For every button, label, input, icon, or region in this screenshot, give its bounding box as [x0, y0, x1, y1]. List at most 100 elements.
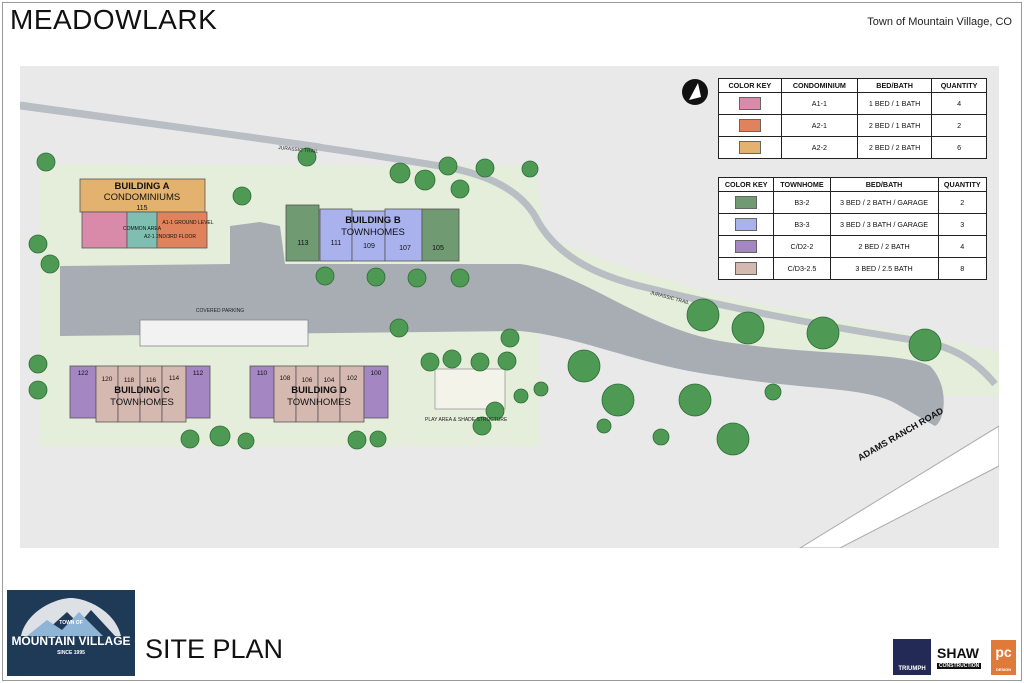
building-a-ground-level: A1-1 GROUND LEVEL	[162, 220, 213, 226]
tree	[347, 430, 367, 450]
bedbath-cell: 3 BED / 2.5 BATH	[829, 257, 939, 280]
tree	[731, 311, 765, 345]
table-row: C/D3-2.5 3 BED / 2.5 BATH 8	[717, 257, 988, 280]
tree	[908, 328, 942, 362]
tree	[497, 351, 517, 371]
unit-label: 107	[399, 245, 411, 252]
unit-label: 122	[78, 370, 89, 377]
unit-label: 109	[363, 243, 375, 250]
key-header: TOWNHOME	[773, 177, 831, 192]
key-header: QUANTITY	[937, 177, 988, 192]
building-b-type: TOWNHOMES	[341, 227, 405, 238]
tree	[180, 429, 200, 449]
key-header: BED/BATH	[829, 177, 939, 192]
unit-cell: B3-3	[773, 213, 831, 236]
unit-cell: C/D2-2	[773, 235, 831, 258]
tree	[389, 318, 409, 338]
tree	[389, 162, 411, 184]
key-header: COLOR KEY	[718, 78, 782, 93]
tree	[678, 383, 712, 417]
key-header: QUANTITY	[931, 78, 987, 93]
color-swatch	[735, 218, 758, 231]
unit-cell: C/D3-2.5	[773, 257, 831, 280]
tree	[366, 267, 386, 287]
sheet-title: SITE PLAN	[145, 634, 284, 664]
building-a-unit: 115	[136, 205, 147, 212]
table-row: A1-1 1 BED / 1 BATH 4	[718, 92, 987, 115]
tree	[470, 352, 490, 372]
tree	[209, 425, 231, 447]
tree	[450, 268, 470, 288]
building-a-common-area: COMMON AREA	[123, 226, 162, 232]
quantity-cell: 4	[931, 92, 987, 115]
quantity-cell: 8	[937, 257, 988, 280]
location-label: Town of Mountain Village, CO	[867, 16, 1012, 28]
shaw-logo: SHAW CONSTRUCTION	[937, 645, 985, 675]
color-swatch	[738, 97, 761, 110]
unit-label: 114	[169, 375, 180, 382]
tree	[601, 383, 635, 417]
tree	[28, 380, 48, 400]
condominium-key-table: COLOR KEY CONDOMINIUM BED/BATH QUANTITY …	[718, 78, 987, 159]
shaw-label: SHAW	[937, 645, 979, 661]
bedbath-cell: 2 BED / 2 BATH	[829, 235, 939, 258]
tree	[414, 169, 436, 191]
quantity-cell: 3	[937, 213, 988, 236]
tree	[420, 352, 440, 372]
tree	[28, 354, 48, 374]
unit-label: 116	[146, 377, 157, 384]
unit-label: 106	[302, 377, 313, 384]
bedbath-cell: 3 BED / 3 BATH / GARAGE	[829, 213, 939, 236]
tree	[450, 179, 470, 199]
mountain-icon	[21, 598, 121, 636]
table-row: C/D2-2 2 BED / 2 BATH 4	[717, 235, 988, 258]
tree	[716, 422, 750, 456]
logo-line1: TOWN OF	[59, 620, 83, 626]
tree	[315, 266, 335, 286]
color-swatch	[738, 141, 761, 154]
north-arrow-icon	[682, 79, 708, 105]
tree	[28, 234, 48, 254]
table-row: A2-1 2 BED / 1 BATH 2	[718, 114, 987, 137]
covered-parking	[139, 319, 309, 347]
building-d-name: BUILDING D	[291, 385, 347, 396]
tree	[442, 349, 462, 369]
covered-parking-label: COVERED PARKING	[196, 308, 244, 314]
tree	[764, 383, 782, 401]
logo-line3: SINCE 1995	[57, 650, 85, 656]
table-row: B3-3 3 BED / 3 BATH / GARAGE 3	[717, 213, 988, 236]
key-header: CONDOMINIUM	[780, 78, 859, 93]
unit-label: 112	[193, 370, 204, 377]
tree	[686, 298, 720, 332]
key-header: BED/BATH	[857, 78, 933, 93]
unit-cell: A1-1	[780, 92, 859, 115]
unit-label: 120	[102, 376, 113, 383]
unit-label: 102	[347, 375, 358, 382]
pc-logo: pc DESIGN	[991, 640, 1016, 675]
unit-label: 111	[331, 240, 342, 247]
building-d-type: TOWNHOMES	[287, 397, 351, 408]
quantity-cell: 2	[931, 114, 987, 137]
bedbath-cell: 1 BED / 1 BATH	[857, 92, 933, 115]
building-a-type: CONDOMINIUMS	[104, 192, 181, 203]
pc-mark-icon: pc	[995, 644, 1012, 660]
page-title: MEADOWLARK	[10, 4, 218, 35]
building-a-name: BUILDING A	[114, 181, 169, 192]
triumph-label: TRIUMPH	[898, 666, 926, 672]
townhome-key-table: COLOR KEY TOWNHOME BED/BATH QUANTITY B3-…	[717, 177, 988, 280]
unit-cell: B3-2	[773, 191, 831, 214]
unit-cell: A2-1	[780, 114, 859, 137]
unit-label: 110	[257, 370, 268, 377]
unit-cell: A2-2	[780, 136, 859, 159]
unit-label: 118	[124, 377, 135, 384]
triumph-logo: TRIUMPH	[893, 639, 931, 675]
bedbath-cell: 2 BED / 2 BATH	[857, 136, 933, 159]
tree	[513, 388, 529, 404]
tree	[369, 430, 387, 448]
tree	[407, 268, 427, 288]
color-swatch	[735, 262, 758, 275]
building-a-upper-floor: A2-1 2ND/3RD FLOOR	[144, 234, 196, 240]
building-a-a2-1	[156, 211, 208, 249]
tree	[806, 316, 840, 350]
tree	[652, 428, 670, 446]
